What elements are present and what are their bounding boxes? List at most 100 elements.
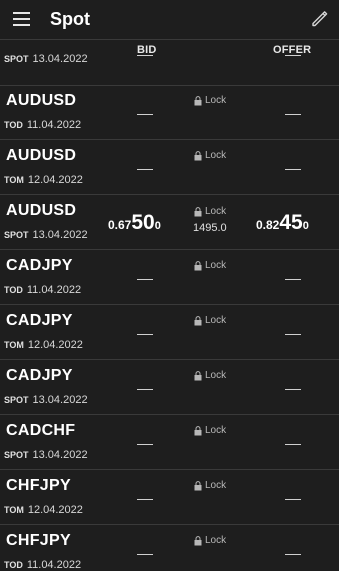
- quote-row[interactable]: AUDUSD TOD 11.04.2022 Lock: [0, 86, 339, 140]
- bid-empty-dash: [137, 279, 153, 280]
- lock-button[interactable]: Lock: [194, 315, 226, 326]
- value-date: 12.04.2022: [27, 339, 83, 351]
- bid-empty-dash: [137, 444, 153, 445]
- lock-icon: [194, 425, 202, 435]
- tenor-code: TOM: [4, 505, 24, 515]
- tenor-code: TOM: [4, 175, 24, 185]
- app-header: Spot: [0, 0, 339, 40]
- lock-icon: [194, 95, 202, 105]
- currency-pair: AUDUSD: [6, 147, 77, 164]
- tenor-date: TOM 12.04.2022: [4, 339, 83, 351]
- quote-row[interactable]: CHFJPY TOD 11.04.2022 Lock: [0, 526, 339, 571]
- lock-label: Lock: [205, 370, 227, 381]
- tenor-date: SPOT 13.04.2022: [4, 229, 88, 241]
- bid-empty-dash: [137, 169, 153, 170]
- quote-row[interactable]: AUDUSD SPOT 13.04.2022 Lock 0.67500 1495.…: [0, 196, 339, 250]
- value-date: 13.04.2022: [32, 53, 88, 65]
- offer-empty-dash: [285, 444, 301, 445]
- offer-empty-dash: [285, 169, 301, 170]
- tenor-code: SPOT: [4, 54, 29, 64]
- lock-label: Lock: [205, 425, 227, 436]
- offer-price-big-figure: 45: [279, 211, 303, 234]
- lock-button[interactable]: Lock: [194, 150, 226, 161]
- bid-price-big-figure: 50: [131, 211, 155, 234]
- bid-price[interactable]: 0.67500: [108, 211, 161, 235]
- pencil-edit-icon[interactable]: [310, 8, 330, 28]
- tenor-date: TOM 12.04.2022: [4, 504, 83, 516]
- spot-screen: Spot BID OFFER SPOT 13.04.2022 AUDUSD TOD…: [0, 0, 339, 571]
- currency-pair: CADCHF: [6, 422, 76, 439]
- tenor-date: TOD 11.04.2022: [4, 284, 81, 296]
- quote-row[interactable]: SPOT 13.04.2022: [0, 41, 339, 86]
- tenor-date: SPOT 13.04.2022: [4, 394, 88, 406]
- lock-label: Lock: [205, 535, 227, 546]
- offer-empty-dash: [285, 499, 301, 500]
- bid-empty-dash: [137, 554, 153, 555]
- bid-price-prefix: 0.67: [108, 218, 132, 232]
- currency-pair: AUDUSD: [6, 92, 77, 109]
- lock-button[interactable]: Lock: [194, 260, 226, 271]
- lock-icon: [194, 315, 202, 325]
- tenor-code: SPOT: [4, 395, 29, 405]
- bid-empty-dash: [137, 389, 153, 390]
- lock-button[interactable]: Lock: [194, 370, 226, 381]
- bid-empty-dash: [137, 499, 153, 500]
- tenor-code: TOD: [4, 560, 23, 570]
- lock-label: Lock: [205, 206, 227, 217]
- hamburger-menu-icon[interactable]: [13, 12, 30, 26]
- tenor-code: SPOT: [4, 230, 29, 240]
- currency-pair: AUDUSD: [6, 202, 77, 219]
- lock-icon: [194, 480, 202, 490]
- value-date: 13.04.2022: [32, 229, 88, 241]
- tenor-code: TOM: [4, 340, 24, 350]
- lock-icon: [194, 370, 202, 380]
- value-date: 12.04.2022: [27, 174, 83, 186]
- quote-row[interactable]: CADCHF SPOT 13.04.2022 Lock: [0, 416, 339, 470]
- offer-empty-dash: [285, 554, 301, 555]
- spread-value: 1495.0: [193, 222, 227, 234]
- quote-row[interactable]: CADJPY SPOT 13.04.2022 Lock: [0, 361, 339, 415]
- lock-button[interactable]: Lock: [194, 480, 226, 491]
- tenor-date: SPOT 13.04.2022: [4, 53, 88, 65]
- bid-empty-dash: [137, 114, 153, 115]
- page-title: Spot: [50, 9, 90, 29]
- lock-label: Lock: [205, 150, 227, 161]
- currency-pair: CADJPY: [6, 312, 73, 329]
- tenor-date: TOM 12.04.2022: [4, 174, 83, 186]
- value-date: 11.04.2022: [26, 284, 82, 296]
- bid-price-pip: 0: [154, 220, 161, 232]
- tenor-code: SPOT: [4, 450, 29, 460]
- value-date: 11.04.2022: [26, 119, 82, 131]
- quote-row[interactable]: CADJPY TOM 12.04.2022 Lock: [0, 306, 339, 360]
- quote-row[interactable]: CADJPY TOD 11.04.2022 Lock: [0, 251, 339, 305]
- tenor-date: TOD 11.04.2022: [4, 559, 81, 571]
- bid-empty-dash: [137, 55, 153, 56]
- lock-button[interactable]: Lock: [194, 425, 226, 436]
- bid-empty-dash: [137, 334, 153, 335]
- lock-icon: [194, 535, 202, 545]
- lock-icon: [194, 150, 202, 160]
- offer-empty-dash: [285, 114, 301, 115]
- currency-pair: CHFJPY: [6, 532, 71, 549]
- offer-empty-dash: [285, 334, 301, 335]
- lock-button[interactable]: Lock: [194, 95, 226, 106]
- lock-icon: [194, 206, 202, 216]
- lock-button[interactable]: Lock: [194, 206, 226, 217]
- quote-row[interactable]: CHFJPY TOM 12.04.2022 Lock: [0, 471, 339, 525]
- currency-pair: CADJPY: [6, 367, 73, 384]
- lock-label: Lock: [205, 315, 227, 326]
- lock-label: Lock: [205, 95, 227, 106]
- value-date: 11.04.2022: [26, 559, 82, 571]
- offer-empty-dash: [285, 279, 301, 280]
- tenor-date: TOD 11.04.2022: [4, 119, 81, 131]
- lock-label: Lock: [205, 260, 227, 271]
- offer-price[interactable]: 0.82450: [256, 211, 309, 235]
- offer-price-prefix: 0.82: [256, 218, 280, 232]
- lock-icon: [194, 260, 202, 270]
- offer-empty-dash: [285, 55, 301, 56]
- lock-label: Lock: [205, 480, 227, 491]
- quote-row[interactable]: AUDUSD TOM 12.04.2022 Lock: [0, 141, 339, 195]
- offer-empty-dash: [285, 389, 301, 390]
- lock-button[interactable]: Lock: [194, 535, 226, 546]
- tenor-code: TOD: [4, 285, 23, 295]
